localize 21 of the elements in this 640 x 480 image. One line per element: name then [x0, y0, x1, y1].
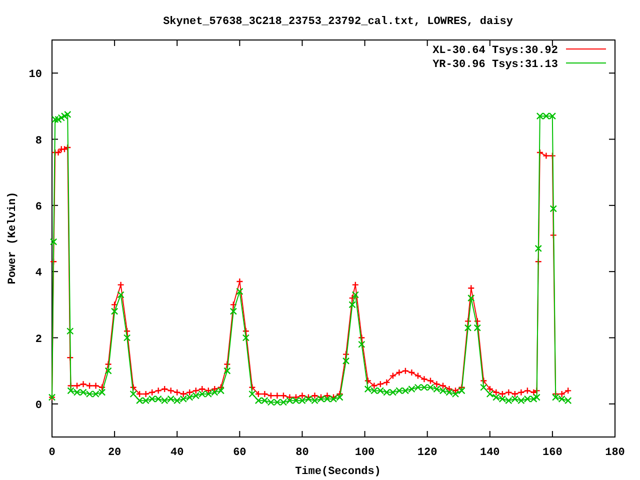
tick-label: 140: [480, 447, 500, 459]
tick-label: 80: [296, 447, 309, 459]
tick-label: 60: [233, 447, 246, 459]
axis-label: Time(Seconds): [295, 466, 381, 478]
tick-label: 20: [108, 447, 122, 459]
tick-label: 100: [354, 447, 375, 459]
tick-label: 160: [542, 447, 562, 459]
tick-label: 8: [35, 135, 42, 148]
tick-label: 2: [35, 334, 42, 346]
chart-title: Skynet_57638_3C218_23753_23792_cal.txt, LOWRES, daisy: [163, 16, 513, 28]
tick-label: 0: [35, 400, 42, 412]
tick-label: 120: [417, 447, 438, 459]
axis-label: Power (Kelvin): [7, 192, 19, 284]
tick-label: 40: [170, 447, 184, 459]
legend-label: YR-30.96 Tsys:31.13: [432, 59, 558, 71]
tick-label: 180: [605, 447, 625, 459]
tick-label: 10: [28, 69, 42, 82]
tick-label: 6: [35, 201, 42, 214]
tick-label: 0: [48, 447, 56, 459]
tick-label: 4: [35, 268, 42, 280]
legend-label: XL-30.64 Tsys:30.92: [432, 45, 558, 57]
